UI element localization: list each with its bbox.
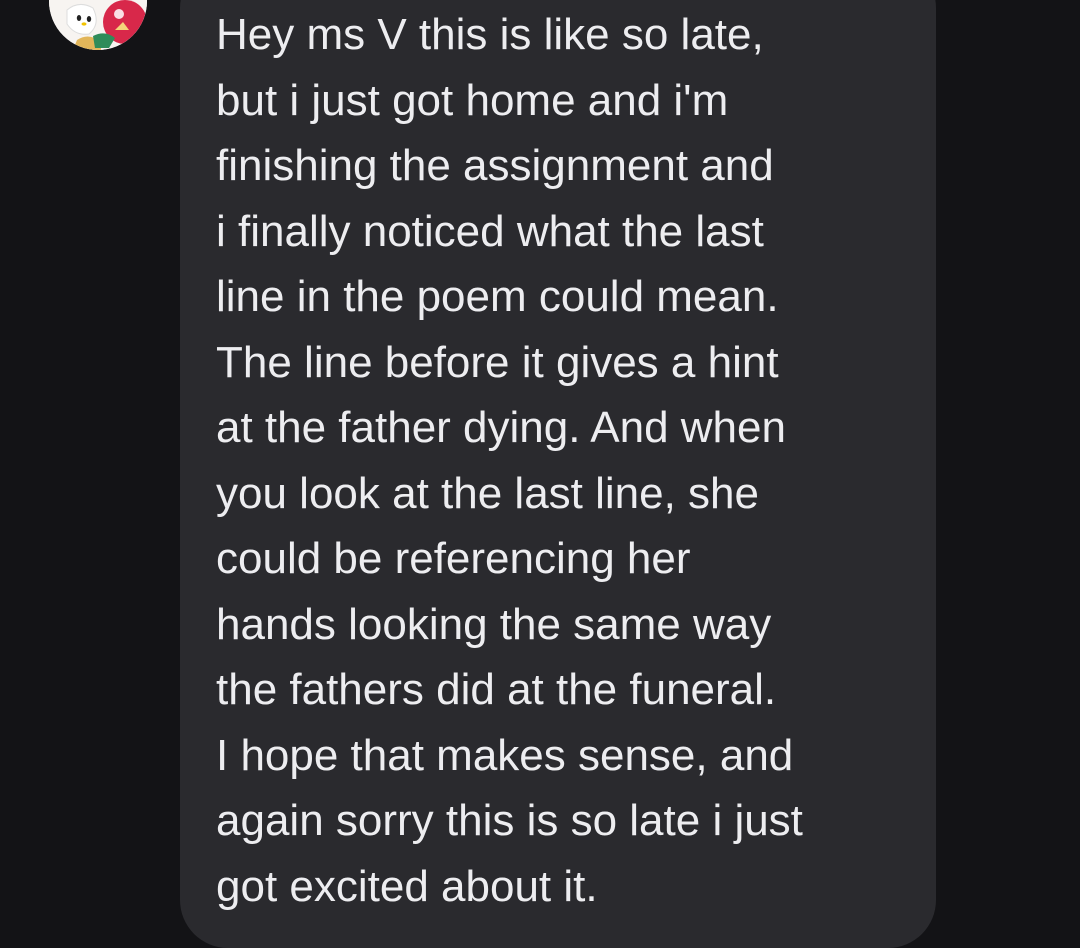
message-line: got excited about it. (216, 861, 598, 911)
message-line: line in the poem could mean. (216, 272, 779, 321)
message-line: The line before it gives a hint (216, 337, 779, 387)
message-line: at the father dying. And when (216, 403, 786, 452)
hello-kitty-avatar-icon (49, 0, 147, 50)
message-line: the fathers did at the funeral. (216, 665, 777, 714)
message-line: i finally noticed what the last (216, 206, 764, 256)
sender-avatar[interactable] (49, 0, 147, 50)
message-line: you look at the last line, she (216, 468, 759, 518)
message-text: Hey ms V this is like so late, but i jus… (216, 2, 906, 919)
message-line: finishing the assignment and (216, 141, 774, 190)
message-line: I hope that makes sense, and (216, 730, 794, 780)
message-line: could be referencing her (216, 534, 691, 583)
message-line: again sorry this is so late i just (216, 796, 803, 845)
conversation-thread: Hey ms V this is like so late, but i jus… (0, 0, 1080, 948)
message-line: Hey ms V this is like so late, (216, 10, 764, 59)
message-line: but i just got home and i'm (216, 75, 729, 125)
message-line: hands looking the same way (216, 599, 772, 649)
